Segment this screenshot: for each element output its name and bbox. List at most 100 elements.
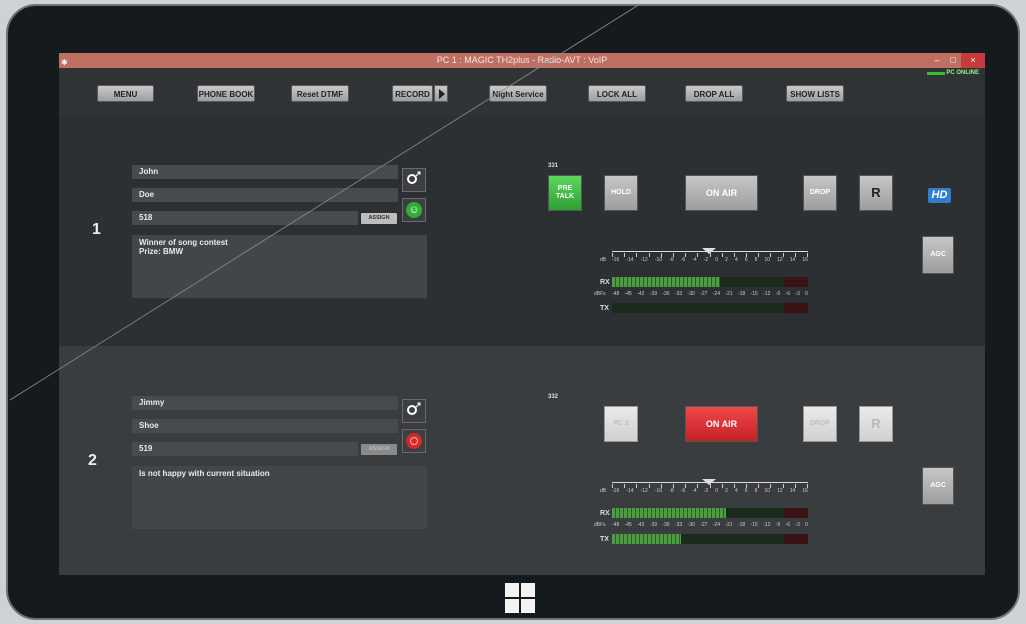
drop-button[interactable]: DROP: [803, 175, 837, 211]
dbfs-scale: -48 -45 -42 -39 -36 -33 -30 -27 -24 -21 -18 -15 -12-…: [612, 522, 808, 528]
line-number: 2: [88, 452, 97, 469]
line-panel-1: 1 John Doe 518 ASSIGN Winner of song con…: [59, 115, 985, 346]
first-name-field[interactable]: John: [132, 165, 398, 179]
gender-button[interactable]: ↗: [402, 399, 426, 423]
dbfs-tick-label: 0: [805, 522, 808, 528]
reset-dtmf-button[interactable]: Reset DTMF: [291, 85, 349, 102]
db-tick-label: 2: [725, 257, 728, 263]
gain-slider[interactable]: dB -16 -14 -12 -10 -8 -6 -4 -2 0 2 4 6 8 10 12 14 16: [600, 246, 808, 266]
db-tick-label: 16: [802, 488, 808, 494]
dbfs-tick-label: -36: [662, 522, 670, 528]
close-button[interactable]: ×: [961, 53, 985, 68]
hd-badge: HD: [928, 188, 951, 203]
last-name-field[interactable]: Shoe: [132, 419, 398, 433]
drop-all-button[interactable]: DROP ALL: [685, 85, 743, 102]
minimize-button[interactable]: –: [929, 53, 945, 68]
db-tick-label: -6: [680, 488, 686, 494]
notes-area[interactable]: Is not happy with current situation: [132, 466, 427, 529]
db-tick-label: 10: [764, 257, 771, 263]
agc-button[interactable]: AGC: [922, 236, 954, 274]
gain-slider[interactable]: dB -16 -14 -12 -10 -8 -6 -4 -2 0 2 4 6 8 10 12 14 16: [600, 477, 808, 497]
menu-button[interactable]: MENU: [97, 85, 154, 102]
last-name-field[interactable]: Doe: [132, 188, 398, 202]
db-tick-label: -12: [640, 488, 648, 494]
dbfs-tick-label: -15: [750, 522, 758, 528]
rx-label: RX: [600, 510, 610, 517]
online-indicator: [927, 72, 945, 75]
db-tick-label: 10: [764, 488, 771, 494]
play-icon[interactable]: [434, 85, 448, 102]
dbfs-tick-label: -42: [637, 291, 645, 297]
dbfs-tick-label: -36: [662, 291, 670, 297]
db-tick-label: 2: [725, 488, 728, 494]
db-tick-label: 8: [754, 488, 758, 494]
db-tick-label: -2: [703, 488, 709, 494]
caller-status-button[interactable]: [402, 429, 426, 453]
lock-all-button[interactable]: LOCK ALL: [588, 85, 646, 102]
db-tick-label: 0: [715, 488, 719, 494]
recall-button[interactable]: R: [859, 406, 893, 442]
tx-meter: [612, 303, 808, 313]
windows-logo-icon[interactable]: [505, 583, 535, 613]
window-controls: – □ ×: [929, 53, 985, 68]
assign-button[interactable]: ASSIGN: [361, 444, 397, 455]
db-tick-label: -4: [692, 257, 697, 263]
dbfs-tick-label: -12: [763, 522, 771, 528]
hold-button[interactable]: HOLD: [604, 175, 638, 211]
dbfs-tick-label: -18: [737, 291, 746, 297]
maximize-button[interactable]: □: [945, 53, 961, 68]
pre-talk-button[interactable]: PRE TALK: [548, 175, 582, 211]
record-button[interactable]: RECORD: [392, 85, 433, 102]
db-tick-label: -8: [669, 257, 674, 263]
gender-button[interactable]: ↗: [402, 168, 426, 192]
dbfs-tick-label: -45: [624, 291, 632, 297]
dbfs-tick-label: -42: [637, 522, 645, 528]
line-panel-2: 2 Jimmy Shoe 519 ASSIGN Is not happy wit…: [59, 346, 985, 575]
on-air-button[interactable]: ON AIR: [685, 406, 758, 442]
db-tick-label: 14: [789, 488, 796, 494]
night-service-button[interactable]: Night Service: [489, 85, 547, 102]
dbfs-tick-label: -21: [725, 522, 733, 528]
caller-status-button[interactable]: ☺: [402, 198, 426, 222]
db-tick-label: -10: [654, 488, 663, 494]
db-scale: -16 -14 -12 -10 -8 -6 -4 -2 0 2 4 6 8 10 12 14 16: [612, 257, 808, 263]
first-name-field[interactable]: Jimmy: [132, 396, 398, 410]
agc-button[interactable]: AGC: [922, 467, 954, 505]
phone-book-button[interactable]: PHONE BOOK: [197, 85, 255, 102]
dbfs-tick-label: -48: [612, 291, 620, 297]
pc2-button[interactable]: PC 2: [604, 406, 638, 442]
dbfs-tick-label: -21: [725, 291, 733, 297]
pc-online-status: PC ONLINE: [946, 70, 979, 76]
db-scale: -16 -14 -12 -10 -8 -6 -4 -2 0 2 4 6 8 10 12 14 16: [612, 488, 808, 494]
dbfs-tick-label: -33: [674, 291, 683, 297]
db-tick-label: -4: [692, 488, 697, 494]
show-lists-button[interactable]: SHOW LISTS: [786, 85, 844, 102]
dbfs-tick-label: -3: [795, 522, 800, 528]
dbfs-tick-label: -30: [687, 291, 695, 297]
notes-area[interactable]: Winner of song contest Prize: BMW: [132, 235, 427, 298]
db-label: dB: [600, 488, 607, 494]
db-tick-label: -10: [654, 257, 663, 263]
dbfs-scale: -48 -45 -42 -39 -36 -33 -30 -27 -24 -21 -18 -15 -12-…: [612, 291, 808, 297]
phone-field[interactable]: 519: [132, 442, 358, 456]
db-tick-label: -14: [626, 488, 634, 494]
dbfs-tick-label: 0: [805, 291, 808, 297]
dbfs-label: dBFs: [594, 522, 606, 528]
dbfs-tick-label: -33: [674, 522, 683, 528]
db-tick-label: -2: [703, 257, 709, 263]
on-air-button[interactable]: ON AIR: [685, 175, 758, 211]
dbfs-tick-label: -27: [700, 522, 708, 528]
tx-label: TX: [600, 305, 609, 312]
window-title: PC 1 : MAGIC TH2plus - Radio-AVT : VoIP: [436, 55, 608, 65]
title-bar: ✱ PC 1 : MAGIC TH2plus - Radio-AVT : VoI…: [59, 53, 985, 68]
extension-number: 332: [548, 394, 559, 400]
db-label: dB: [600, 257, 607, 263]
recall-button[interactable]: R: [859, 175, 893, 211]
dbfs-tick-label: -39: [649, 522, 658, 528]
phone-field[interactable]: 518: [132, 211, 358, 225]
drop-button[interactable]: DROP: [803, 406, 837, 442]
db-tick-label: -16: [612, 257, 620, 263]
dbfs-tick-label: -24: [712, 291, 720, 297]
assign-button[interactable]: ASSIGN: [361, 213, 397, 224]
db-tick-label: 12: [777, 488, 783, 494]
